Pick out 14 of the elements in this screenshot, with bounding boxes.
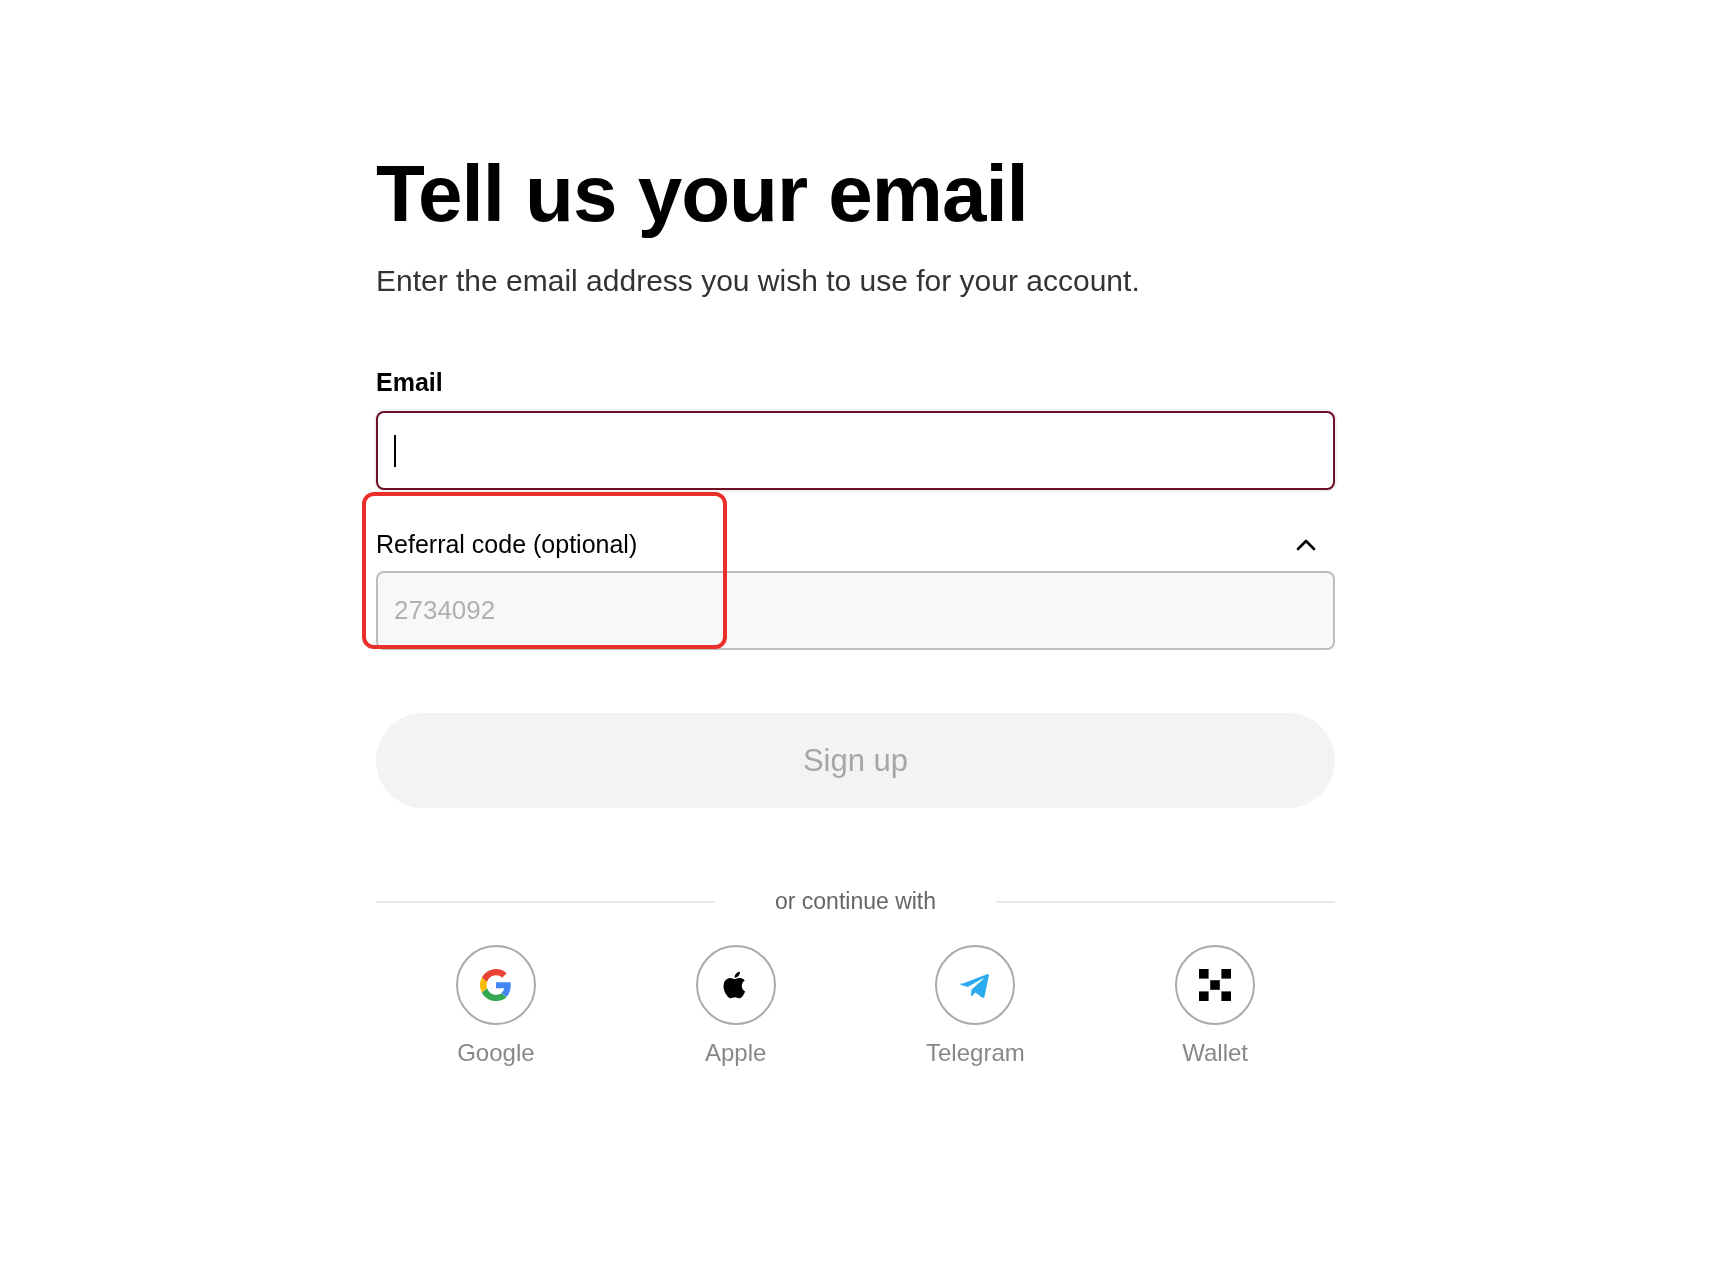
email-field[interactable] [376, 411, 1335, 490]
provider-label: Google [457, 1039, 535, 1067]
checker-icon [1199, 969, 1232, 1001]
referral-field[interactable]: 2734092 [376, 571, 1335, 650]
field-label: Email [376, 368, 444, 397]
field-label: Referral code (optional) [376, 530, 638, 559]
page-subtitle: Enter the email address you wish to use for your account. [376, 264, 1141, 298]
google-g-icon [479, 969, 512, 1001]
provider-label: Wallet [1182, 1039, 1248, 1067]
provider-label: Apple [704, 1039, 767, 1067]
page-title: Tell us your email [376, 150, 1029, 238]
divider-text: or continue with [774, 888, 937, 915]
provider-label: Telegram [926, 1039, 1025, 1067]
chevron-icon[interactable] [1295, 537, 1317, 552]
